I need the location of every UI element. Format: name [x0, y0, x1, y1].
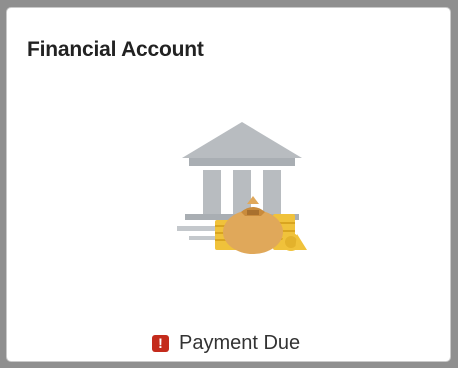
tile-title: Financial Account [27, 38, 204, 61]
status-text: Payment Due [179, 331, 301, 354]
bank-money-bag-icon [177, 122, 307, 254]
financial-account-tile[interactable]: Financial Account ! Payment Due [6, 7, 451, 362]
payment-status: ! Payment Due [152, 330, 300, 356]
alert-icon: ! [152, 334, 169, 352]
